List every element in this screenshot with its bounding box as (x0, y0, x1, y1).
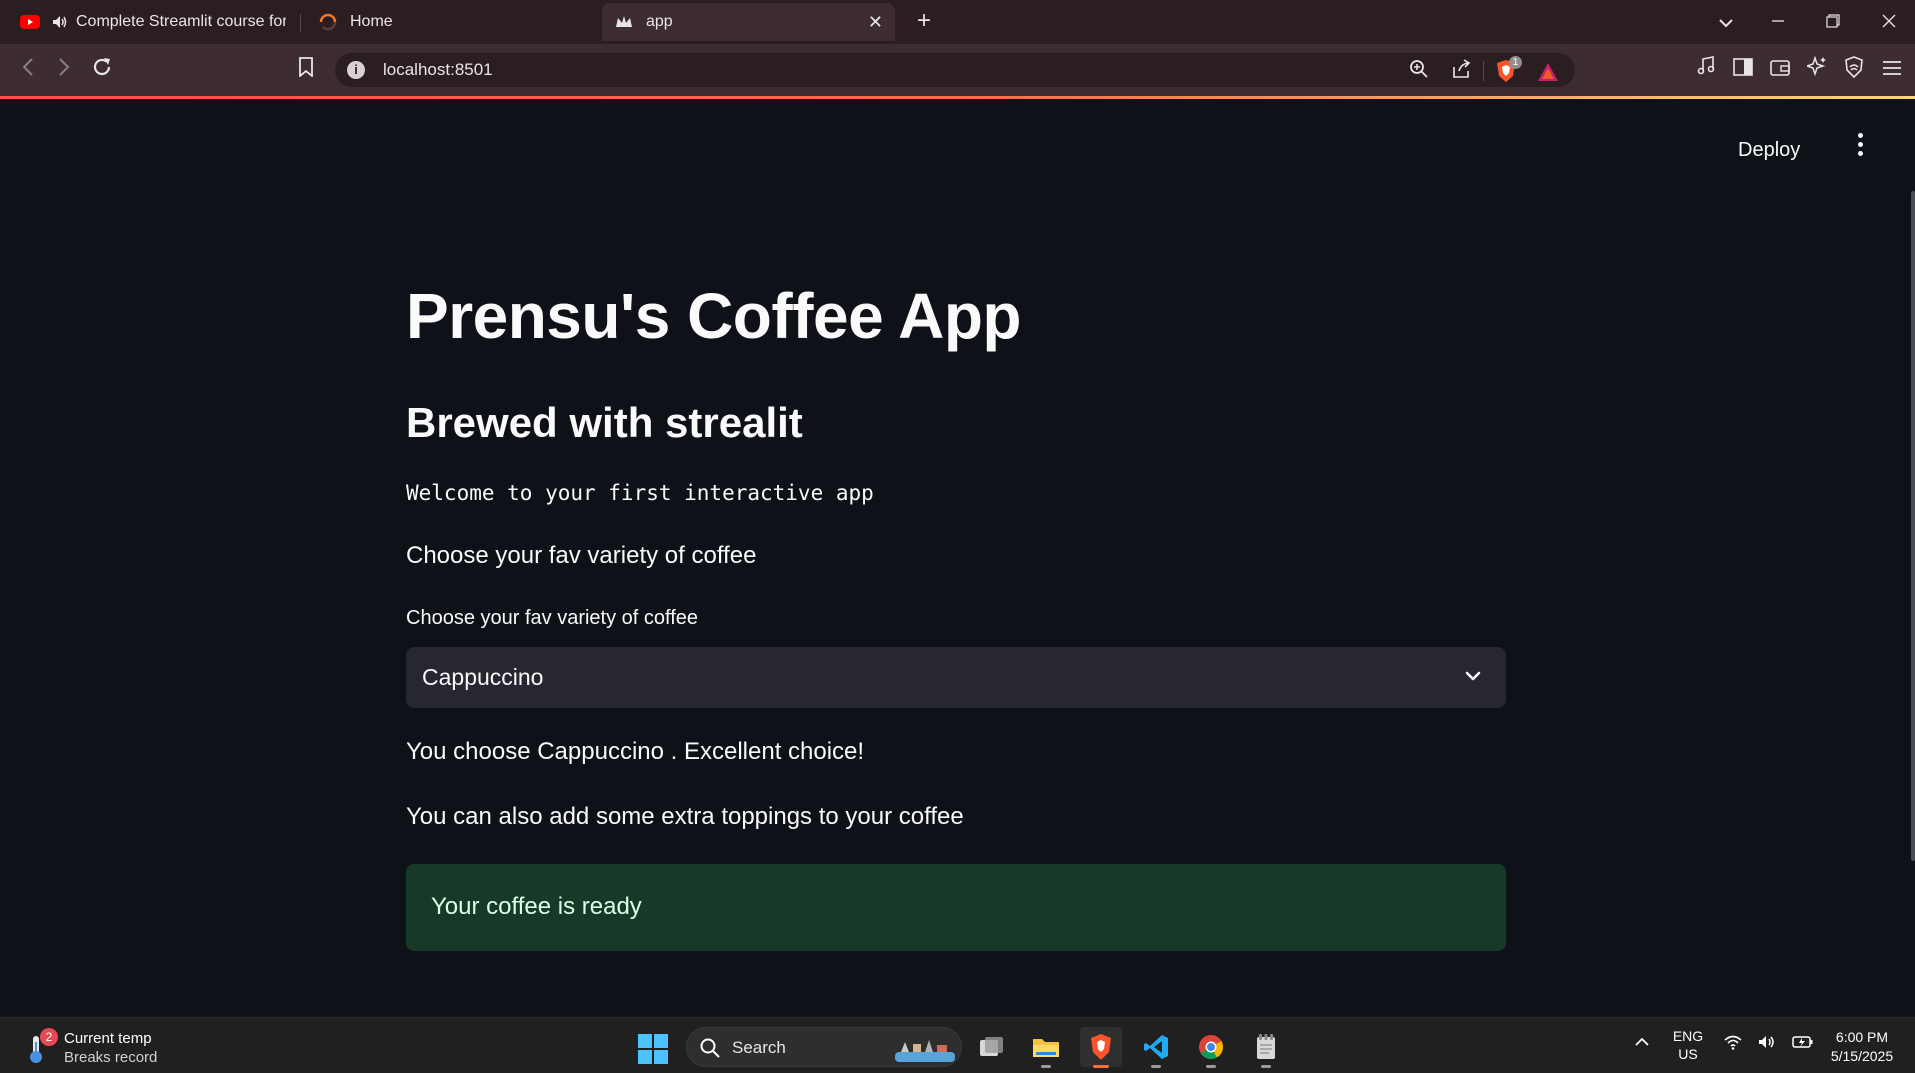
choose-text: Choose your fav variety of coffee (406, 542, 757, 569)
notepad-icon[interactable] (1245, 1027, 1287, 1068)
weather-widget[interactable]: 2 Current temp Breaks record (24, 1028, 224, 1068)
success-alert: Your coffee is ready (406, 864, 1506, 951)
zoom-icon[interactable] (1407, 59, 1431, 83)
brave-browser-icon[interactable] (1080, 1027, 1122, 1068)
coffee-select[interactable]: Cappuccino (406, 647, 1506, 708)
browser-toolbar: i localhost:8501 1 (0, 44, 1915, 96)
address-bar[interactable]: i localhost:8501 1 (335, 53, 1575, 87)
tab-title: app (646, 13, 673, 30)
search-icon (699, 1037, 721, 1059)
streamlit-app: Deploy Prensu's Coffee App Brewed with s… (0, 99, 1915, 1017)
success-message: Your coffee is ready (431, 893, 642, 920)
windows-start-icon[interactable] (638, 1034, 668, 1064)
share-icon[interactable] (1449, 59, 1473, 83)
volume-icon (1758, 1034, 1776, 1053)
vpn-icon[interactable] (1840, 56, 1868, 84)
weather-subtitle: Breaks record (64, 1049, 158, 1066)
clock-date: 5/15/2025 (1830, 1048, 1894, 1064)
media-icon[interactable] (1692, 56, 1720, 84)
tab-app[interactable]: app ✕ (602, 3, 895, 41)
language-indicator[interactable]: ENG US (1668, 1027, 1708, 1063)
language-code: ENG (1672, 1028, 1704, 1044)
select-label: Choose your fav variety of coffee (406, 607, 699, 629)
tab-home[interactable]: Home (306, 3, 596, 41)
windows-taskbar: 2 Current temp Breaks record Search ENG … (0, 1017, 1915, 1073)
new-tab-button[interactable]: + (910, 8, 938, 36)
language-region: US (1678, 1046, 1698, 1062)
tab-title: Complete Streamlit course for p (76, 13, 286, 30)
select-value: Cappuccino (422, 664, 544, 690)
tab-youtube-course[interactable]: Complete Streamlit course for p (8, 3, 300, 41)
weather-badge: 2 (40, 1028, 58, 1046)
weather-title: Current temp (64, 1030, 152, 1047)
minimize-button[interactable] (1762, 8, 1794, 36)
close-window-button[interactable] (1873, 8, 1905, 36)
tab-separator (300, 14, 301, 32)
task-view-icon[interactable] (970, 1027, 1012, 1067)
search-label: Search (732, 1038, 786, 1057)
shield-count-badge: 1 (1509, 56, 1522, 69)
chrome-icon[interactable] (1190, 1027, 1232, 1068)
clock-time: 6:00 PM (1835, 1029, 1889, 1045)
tab-search-chevron-icon[interactable] (1710, 8, 1742, 36)
clock[interactable]: 6:00 PM 5/15/2025 (1816, 1028, 1908, 1066)
vscode-icon[interactable] (1135, 1027, 1177, 1068)
wifi-icon (1724, 1034, 1742, 1053)
brave-rewards-icon[interactable] (1537, 61, 1559, 83)
hamburger-menu-icon[interactable] (1878, 56, 1906, 84)
close-tab-icon[interactable]: ✕ (868, 12, 883, 33)
tab-title: Home (350, 13, 393, 30)
speaker-icon[interactable] (52, 15, 68, 29)
choice-text: You choose Cappuccino . Excellent choice… (406, 738, 865, 765)
youtube-icon (20, 12, 40, 32)
site-info-icon[interactable]: i (347, 61, 365, 79)
back-button[interactable] (14, 56, 42, 84)
toppings-text: You can also add some extra toppings to … (406, 803, 964, 830)
deploy-button[interactable]: Deploy (1738, 139, 1800, 162)
search-highlight-icon (895, 1034, 955, 1062)
address-url[interactable]: localhost:8501 (383, 60, 493, 80)
forward-button[interactable] (50, 56, 78, 84)
streamlit-crown-icon (614, 12, 634, 32)
sidebar-icon[interactable] (1729, 56, 1757, 84)
main-menu-icon[interactable] (1850, 129, 1870, 165)
file-explorer-icon[interactable] (1025, 1027, 1067, 1068)
wallet-icon[interactable] (1766, 56, 1794, 84)
show-hidden-icons-chevron-icon[interactable] (1630, 1034, 1654, 1050)
taskbar-search[interactable]: Search (686, 1027, 962, 1067)
restore-button[interactable] (1817, 8, 1849, 36)
browser-tab-strip: Complete Streamlit course for p Home app… (0, 0, 1915, 44)
battery-icon (1792, 1034, 1814, 1053)
bookmark-icon[interactable] (292, 56, 320, 84)
leo-ai-icon[interactable] (1803, 55, 1831, 84)
reload-button[interactable] (88, 56, 116, 84)
page-title: Prensu's Coffee App (406, 280, 1022, 352)
page-subtitle: Brewed with strealit (406, 399, 803, 446)
scrollbar[interactable] (1911, 191, 1915, 861)
loading-spinner-icon (318, 12, 338, 32)
chevron-down-icon[interactable] (1462, 665, 1484, 687)
welcome-code-text: Welcome to your first interactive app (406, 481, 874, 505)
quick-settings[interactable] (1724, 1034, 1814, 1053)
omnibox-divider (1483, 61, 1484, 81)
